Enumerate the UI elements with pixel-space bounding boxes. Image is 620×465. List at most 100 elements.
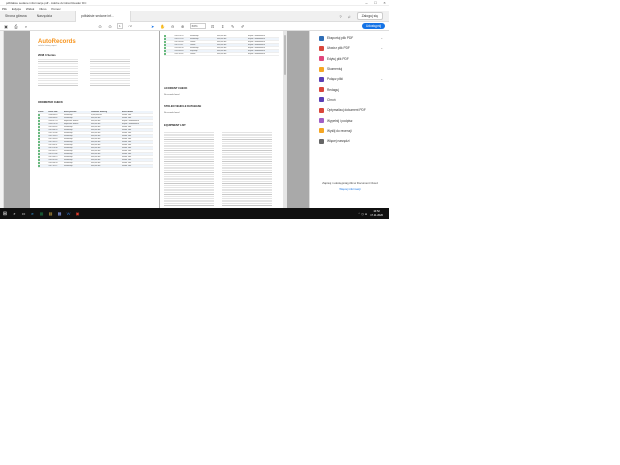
table-cell: 2020-03-18 (174, 47, 184, 49)
print-icon[interactable]: ⎙ (13, 24, 19, 29)
check-icon (164, 49, 166, 52)
table-cell: 000,000 km (216, 47, 227, 49)
stolen-text: No records found (164, 112, 180, 114)
tool-item[interactable]: Redaguj (310, 84, 389, 94)
chevron-down-icon[interactable]: ⌄ (380, 46, 383, 50)
table-cell: 2016-01-09 (48, 159, 58, 161)
equipment-list-left (164, 131, 214, 206)
table-cell: 2017-02-27 (48, 165, 58, 167)
excel-icon[interactable]: ▦ (37, 209, 46, 218)
page-down-icon[interactable]: ⊙ (107, 24, 113, 29)
page-number-input[interactable]: 1 (117, 23, 123, 29)
chevron-down-icon[interactable]: ⌄ (380, 77, 383, 81)
zoom-in-icon[interactable]: ⊕ (180, 24, 186, 29)
equipment-title: EQUIPMENT LIST (164, 124, 186, 127)
zoom-select[interactable]: 66% (189, 23, 206, 29)
table-cell: 000,000 km (216, 35, 227, 37)
file-explorer-icon[interactable]: ▤ (46, 209, 55, 218)
table-cell: Dealership (63, 132, 73, 134)
tool-item[interactable]: Chroń (310, 95, 389, 105)
table-cell: Dealer Visit (121, 147, 132, 149)
table-cell: Dealer Visit (121, 144, 132, 146)
tool-item[interactable]: Edytuj plik PDF (310, 54, 389, 64)
table-cell: Dealer Visit (121, 165, 132, 167)
document-viewport[interactable]: AutoRecords vehicle history report 2008 … (4, 31, 309, 208)
table-cell: Inspection Station (63, 120, 79, 122)
optimize-icon (319, 107, 324, 113)
edge-icon[interactable]: e (28, 209, 37, 218)
table-cell: 000,000 km (90, 165, 101, 167)
tab-home[interactable]: Strona główna (0, 11, 32, 22)
tool-item[interactable]: Więcej narzędzi (310, 136, 389, 146)
learn-more-link[interactable]: Więcej informacji (314, 187, 386, 191)
tools-panel: Eksportuj plik PDF ⌄ Utwórz plik PDF ⌄ Edytu… (309, 31, 389, 208)
fit-page-icon[interactable]: ⊡ (210, 24, 216, 29)
check-icon (38, 113, 40, 116)
table-cell: 000,000 km (216, 41, 227, 43)
tool-item[interactable]: Skomentuj (310, 64, 389, 74)
odometer-title: ODOMETER CHECK (38, 101, 63, 104)
bell-icon[interactable]: ♫ (348, 14, 351, 19)
help-icon[interactable]: ? (339, 14, 341, 19)
save-icon[interactable]: ▣ (3, 24, 9, 29)
table-cell: 000,000 km (90, 129, 101, 131)
scrollbar-thumb[interactable] (284, 35, 286, 75)
table-cell: Dealer Visit (121, 141, 132, 143)
chevron-down-icon[interactable]: ⌄ (380, 36, 383, 40)
vertical-scrollbar[interactable] (283, 31, 287, 208)
tab-tools[interactable]: Narzędzia (32, 11, 57, 22)
tool-item[interactable]: Utwórz plik PDF ⌄ (310, 43, 389, 53)
table-cell: Dealership (63, 150, 73, 152)
column-header: Event provider (63, 111, 77, 113)
acrobat-taskbar-icon[interactable]: ▣ (73, 209, 82, 218)
tool-item[interactable]: Eksportuj plik PDF ⌄ (310, 33, 389, 43)
tool-label: Połącz pliki (327, 77, 343, 82)
table-cell: 000,000 km (216, 50, 227, 52)
zoom-out-icon[interactable]: ⊖ (170, 24, 176, 29)
table-cell: 2009-04-02 (48, 117, 58, 119)
table-cell: 2010-03-02 (48, 126, 58, 128)
table-cell: Dealer Visit (121, 126, 132, 128)
table-cell: Dealership (63, 153, 73, 155)
check-icon (38, 122, 40, 125)
tab-document[interactable]: pdfdalsie sedane inf... (74, 10, 131, 22)
search-icon[interactable]: ⌕ (23, 24, 29, 29)
search-taskbar-icon[interactable]: ⌕ (10, 209, 19, 218)
task-view-icon[interactable]: ▭ (19, 209, 28, 218)
page-up-icon[interactable]: ⊙ (97, 24, 103, 29)
table-cell: Repair / Maintenance (121, 120, 140, 122)
table-cell: 000,000 km (90, 156, 101, 158)
teams-icon[interactable]: ▩ (55, 209, 64, 218)
scroll-mode-icon[interactable]: ⇕ (220, 24, 226, 29)
tool-item[interactable]: Wypełnij i podpisz (310, 115, 389, 125)
tool-item[interactable]: Wyślij do recenzji (310, 126, 389, 136)
minimize-icon[interactable]: – (362, 0, 371, 6)
table-cell: Dealer Visit (121, 135, 132, 137)
comment-tool-icon[interactable]: ✎ (230, 24, 236, 29)
system-tray-icons[interactable]: ⌃ ◷ ⊟ (358, 212, 367, 216)
windows-start-icon[interactable]: ⊞ (0, 211, 10, 217)
table-cell: Dealer Visit (121, 138, 132, 140)
table-cell: Repair / Maintenance (247, 44, 266, 46)
hand-tool-icon[interactable]: ✋ (160, 24, 166, 29)
create-pdf-icon (319, 45, 324, 51)
select-cursor-icon[interactable]: ➤ (150, 24, 156, 29)
draw-tool-icon[interactable]: ✐ (240, 24, 246, 29)
check-icon (38, 161, 40, 164)
window-title: pdfdalsie sedane informacje.pdf - Adobe … (6, 0, 87, 5)
clock[interactable]: 10:52 17.11.2020 (370, 210, 389, 216)
status-dot (38, 164, 48, 168)
close-icon[interactable]: × (380, 0, 389, 6)
tool-label: Wypełnij i podpisz (327, 118, 353, 123)
tool-item[interactable]: Połącz pliki ⌄ (310, 74, 389, 84)
table-cell: Dealership (63, 165, 73, 167)
share-button[interactable]: Udostępnij (361, 23, 385, 29)
signin-button[interactable]: Zaloguj się (356, 12, 383, 20)
table-cell: Inspection Station (63, 123, 79, 125)
tool-item[interactable]: Optymalizuj dokument PDF (310, 105, 389, 115)
word-icon[interactable]: W (64, 209, 73, 218)
table-cell: 2013-10-30 (48, 147, 58, 149)
table-cell: 000,000 km (90, 141, 101, 143)
tool-label: Eksportuj plik PDF (327, 36, 354, 41)
maximize-icon[interactable]: □ (371, 0, 380, 6)
